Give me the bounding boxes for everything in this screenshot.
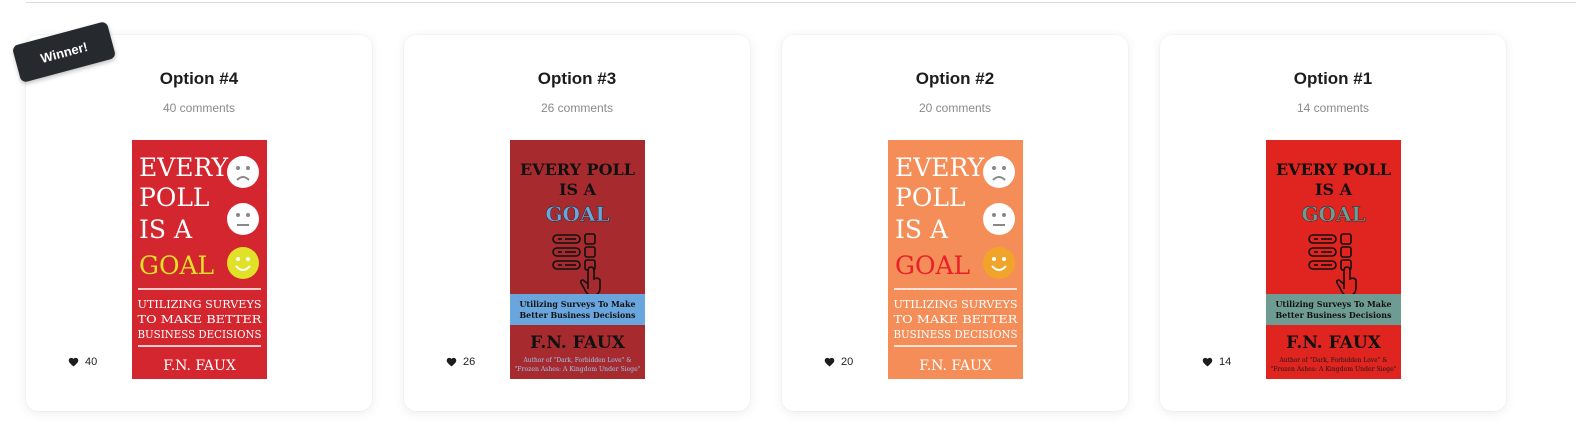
cover-title-line: IS A [895,215,949,244]
option-card[interactable]: Option #3 26 comments EVERY POLL IS A GOAL… [404,35,750,411]
option-card[interactable]: Option #2 20 comments EVERY POLL IS A GOAL U… [782,35,1128,411]
comment-count[interactable]: 26 comments [404,101,750,115]
like-button[interactable]: 40 [68,356,97,368]
cover-subtitle-line: UTILIZING SURVEYS [138,297,262,311]
cover-author-note: Author of "Dark, Forbidden Love" & [523,356,632,364]
cover-title-line: IS A [559,180,597,199]
cover-title-line: IS A [1315,180,1353,199]
like-button[interactable]: 14 [1202,356,1231,368]
book-cover-art: EVERYPOLL IS A GOAL UTILIZING SURVEYSTO MAK… [888,140,1023,379]
cover-title-line: GOAL [895,251,970,280]
cover-title-line: POLL [895,183,966,212]
smiley-face-icon [983,247,1015,279]
cover-title-line: POLL [139,183,210,212]
option-card[interactable]: Option #1 14 comments EVERY POLL IS A GOAL… [1160,35,1506,411]
cover-title-line: GOAL [139,251,214,280]
book-cover-image[interactable]: EVERY POLL IS A GOAL Utilizing Surveys To M… [510,140,645,379]
cover-title-line: IS A [139,215,193,244]
comment-count[interactable]: 20 comments [782,101,1128,115]
cover-author: F.N. FAUX [1286,333,1382,353]
cover-title-line: EVERY POLL [1276,160,1391,179]
book-cover-image[interactable]: EVERY POLL IS A GOAL UTILIZING SURVEYS TO MAK… [132,140,267,379]
cover-author: F.N. FAUX [163,358,236,374]
option-title: Option #1 [1293,69,1373,88]
cover-subtitle-line: BUSINESS DECISIONS [138,327,262,341]
poll-options: Option #4 40 comments EVERY POLL IS A GOAL U… [26,35,1506,411]
cover-subtitle-line: BUSINESS DECISIONS [894,327,1018,341]
heart-icon [1202,357,1213,367]
book-cover-art: EVERY POLLIS A GOAL Utilizing Surveys To M… [1266,140,1401,379]
like-count: 26 [463,356,476,368]
cover-author: F.N. FAUX [530,333,626,353]
cover-title-line: EVERY [895,153,985,182]
cover-title-line: EVERY POLL [520,160,635,179]
book-cover-image[interactable]: EVERY POLL IS A GOAL UTILIZING SURVEYS TO MAK… [888,140,1023,379]
option-card[interactable]: Option #4 40 comments EVERY POLL IS A GOAL U… [26,35,372,411]
option-title: Option #2 [915,69,995,88]
option-title: Option #3 [537,69,617,88]
top-divider [26,2,1576,3]
book-cover-art: EVERYPOLL IS A GOAL UTILIZING SURVEYSTO MAK… [132,140,267,379]
cover-goal-word: GOAL [1301,202,1365,226]
cover-author: F.N. FAUX [919,358,992,374]
like-button[interactable]: 26 [446,356,475,368]
like-count: 40 [85,356,98,368]
cover-author-note: "Frozen Ashes: A Kingdom Under Siege" [515,365,641,373]
cover-band-line: Better Business Decisions [1276,311,1392,321]
heart-icon [446,357,457,367]
cover-band-line: Utilizing Surveys To Make [520,300,637,310]
like-count: 14 [1219,356,1232,368]
cover-subtitle-line: TO MAKE BETTER [138,312,262,326]
cover-author-note: "Frozen Ashes: A Kingdom Under Siege" [1271,365,1397,373]
neutral-face-icon [227,203,259,235]
heart-icon [824,357,835,367]
cover-subtitle-line: TO MAKE BETTER [894,312,1018,326]
option-title: Option #4 [159,69,239,88]
cover-goal-word: GOAL [545,202,609,226]
neutral-face-icon [983,203,1015,235]
comment-count[interactable]: 40 comments [26,101,372,115]
sad-face-icon [227,156,259,188]
cover-band-line: Better Business Decisions [520,311,636,321]
cover-band-line: Utilizing Surveys To Make [1276,300,1393,310]
like-count: 20 [841,356,854,368]
book-cover-image[interactable]: EVERY POLL IS A GOAL Utilizing Surveys To M… [1266,140,1401,379]
like-button[interactable]: 20 [824,356,853,368]
cover-subtitle-line: UTILIZING SURVEYS [894,297,1018,311]
smiley-face-icon [227,247,259,279]
sad-face-icon [983,156,1015,188]
heart-icon [68,357,79,367]
book-cover-art: EVERY POLLIS A GOAL Utilizing Surveys To M… [510,140,645,379]
comment-count[interactable]: 14 comments [1160,101,1506,115]
cover-title-line: EVERY [139,153,229,182]
cover-author-note: Author of "Dark, Forbidden Love" & [1279,356,1388,364]
